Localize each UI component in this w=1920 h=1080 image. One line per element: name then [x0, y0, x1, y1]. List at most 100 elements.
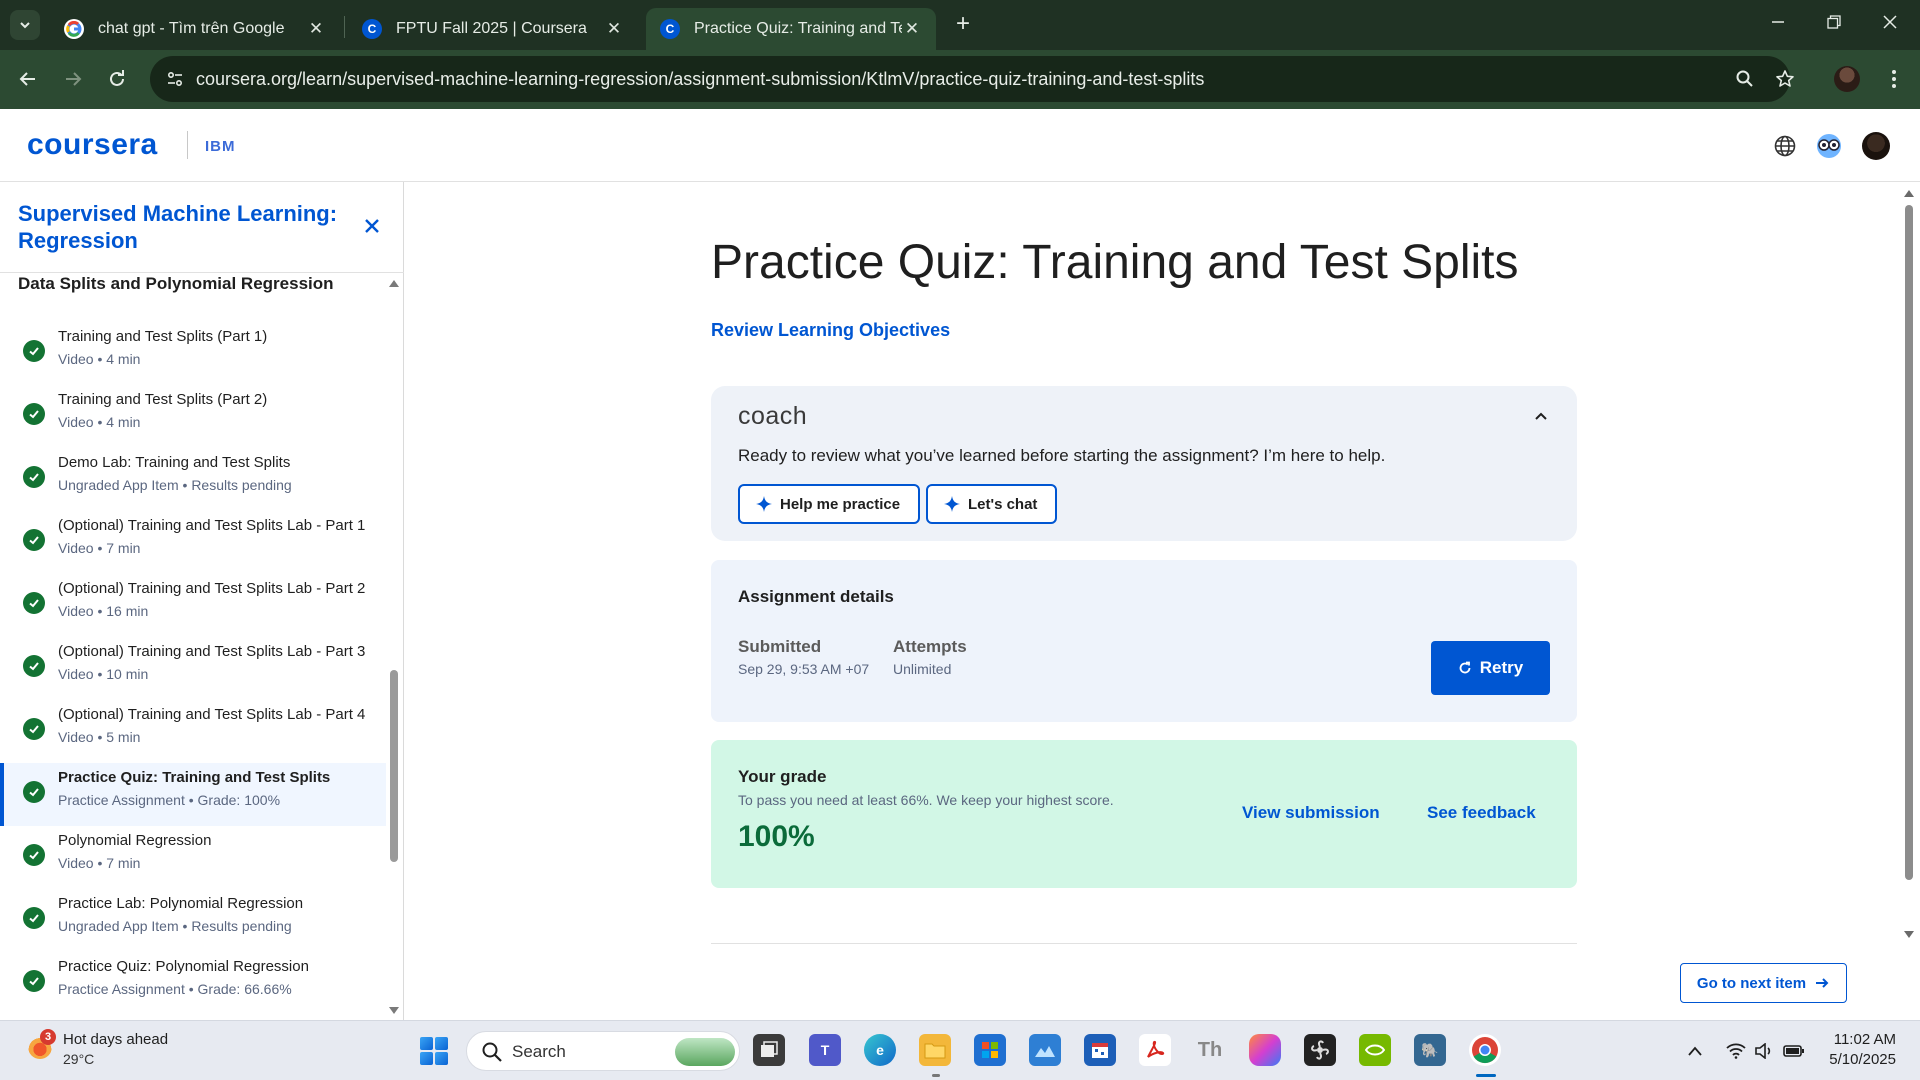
- coursera-logo[interactable]: coursera: [27, 128, 158, 162]
- browser-profile-avatar[interactable]: [1834, 66, 1860, 92]
- coursera-icon: C: [362, 19, 382, 39]
- fan-app-icon[interactable]: [1304, 1034, 1336, 1066]
- bookmark-star-icon[interactable]: [1770, 64, 1800, 94]
- item-meta: Video • 7 min: [58, 540, 141, 556]
- windows-start-icon[interactable]: [420, 1037, 448, 1065]
- close-icon[interactable]: ✕: [902, 19, 922, 39]
- postgresql-icon[interactable]: 🐘: [1414, 1034, 1446, 1066]
- lets-chat-button[interactable]: Let's chat: [926, 484, 1058, 524]
- active-app-indicator: [1476, 1074, 1496, 1077]
- list-item[interactable]: (Optional) Training and Test Splits Lab …: [0, 637, 386, 700]
- acrobat-icon[interactable]: [1139, 1034, 1171, 1066]
- scroll-down-arrow-icon[interactable]: [1903, 930, 1915, 940]
- sidebar-divider: [0, 272, 404, 273]
- minimize-button[interactable]: [1750, 0, 1806, 44]
- restore-icon: [1827, 15, 1841, 29]
- user-avatar[interactable]: [1862, 132, 1890, 160]
- grade-note: To pass you need at least 66%. We keep y…: [738, 792, 1114, 808]
- new-tab-button[interactable]: +: [950, 12, 976, 38]
- list-item[interactable]: Practice Quiz: Polynomial Regression Pra…: [0, 952, 386, 1015]
- list-item-current[interactable]: Practice Quiz: Training and Test Splits …: [0, 763, 386, 826]
- item-meta: Video • 5 min: [58, 729, 141, 745]
- clock-date[interactable]: 5/10/2025: [1818, 1051, 1896, 1068]
- item-title: Demo Lab: Training and Test Splits: [58, 454, 291, 471]
- course-sidebar: Supervised Machine Learning: Regression …: [0, 182, 404, 1020]
- item-title: Practice Lab: Polynomial Regression: [58, 895, 304, 912]
- page-scrollbar-thumb[interactable]: [1905, 205, 1913, 880]
- tab-title: chat gpt - Tìm trên Google: [98, 20, 285, 37]
- browser-menu-button[interactable]: [1882, 64, 1906, 94]
- content-divider: [711, 943, 1577, 944]
- scroll-down-arrow-icon[interactable]: [388, 1006, 400, 1016]
- item-title: Training and Test Splits (Part 2): [58, 391, 268, 408]
- photos-icon[interactable]: [1029, 1034, 1061, 1066]
- item-title: (Optional) Training and Test Splits Lab …: [58, 706, 366, 723]
- microsoft-store-icon[interactable]: [974, 1034, 1006, 1066]
- review-objectives-link[interactable]: Review Learning Objectives: [711, 320, 950, 341]
- tab-title: FPTU Fall 2025 | Coursera: [396, 20, 587, 37]
- scroll-up-arrow-icon[interactable]: [388, 278, 400, 288]
- list-item[interactable]: Training and Test Splits (Part 1) Video …: [0, 322, 386, 385]
- forward-button[interactable]: [58, 64, 88, 94]
- item-title: Training and Test Splits (Part 1): [58, 328, 268, 345]
- list-item[interactable]: (Optional) Training and Test Splits Lab …: [0, 574, 386, 637]
- wifi-icon[interactable]: [1724, 1039, 1748, 1063]
- close-window-button[interactable]: [1862, 0, 1918, 44]
- list-item[interactable]: Polynomial Regression Video • 7 min: [0, 826, 386, 889]
- arrow-right-icon: [66, 72, 82, 86]
- url-text: coursera.org/learn/supervised-machine-le…: [196, 69, 1205, 89]
- close-sidebar-button[interactable]: [362, 216, 382, 236]
- check-circle-icon: [23, 340, 45, 362]
- language-globe-icon[interactable]: [1770, 131, 1800, 161]
- tab-title: Practice Quiz: Training and Test: [694, 20, 902, 37]
- course-title[interactable]: Supervised Machine Learning: Regression: [18, 200, 338, 254]
- edge-icon[interactable]: e: [864, 1034, 896, 1066]
- task-view-icon[interactable]: [753, 1034, 785, 1066]
- help-me-practice-button[interactable]: Help me practice: [738, 484, 921, 524]
- list-item[interactable]: (Optional) Training and Test Splits Lab …: [0, 511, 386, 574]
- copilot-icon[interactable]: [1249, 1034, 1281, 1066]
- next-item-button[interactable]: Go to next item: [1680, 963, 1847, 1003]
- back-button[interactable]: [13, 64, 43, 94]
- close-icon[interactable]: ✕: [604, 19, 624, 39]
- font-app-icon[interactable]: Th: [1194, 1034, 1226, 1066]
- browser-tab-coursera[interactable]: C FPTU Fall 2025 | Coursera ✕: [348, 8, 638, 50]
- check-circle-icon: [23, 403, 45, 425]
- coach-avatar-icon[interactable]: [1814, 131, 1844, 161]
- list-item[interactable]: (Optional) Training and Test Splits Lab …: [0, 700, 386, 763]
- scroll-up-arrow-icon[interactable]: [1903, 188, 1915, 198]
- close-icon[interactable]: ✕: [306, 19, 326, 39]
- chevron-up-icon[interactable]: [1531, 406, 1551, 426]
- view-submission-link[interactable]: View submission: [1242, 803, 1380, 823]
- running-indicator: [932, 1074, 940, 1077]
- address-bar[interactable]: coursera.org/learn/supervised-machine-le…: [150, 56, 1794, 102]
- see-feedback-link[interactable]: See feedback: [1427, 803, 1536, 823]
- check-circle-icon: [23, 592, 45, 614]
- nvidia-icon[interactable]: [1359, 1034, 1391, 1066]
- calendar-app-icon[interactable]: [1084, 1034, 1116, 1066]
- reload-button[interactable]: [102, 64, 132, 94]
- file-explorer-icon[interactable]: [919, 1034, 951, 1066]
- chevron-up-icon[interactable]: [1683, 1039, 1707, 1063]
- sidebar-scrollbar-thumb[interactable]: [390, 670, 398, 862]
- list-item[interactable]: Demo Lab: Training and Test Splits Ungra…: [0, 448, 386, 511]
- weather-title[interactable]: Hot days ahead: [63, 1031, 168, 1048]
- chrome-icon[interactable]: [1469, 1034, 1501, 1066]
- zoom-icon[interactable]: [1730, 64, 1760, 94]
- restore-button[interactable]: [1806, 0, 1862, 44]
- section-title[interactable]: Data Splits and Polynomial Regression: [18, 274, 334, 294]
- taskbar-search[interactable]: Search: [466, 1031, 740, 1071]
- retry-button[interactable]: Retry: [1431, 641, 1550, 695]
- list-item[interactable]: Practice Lab: Polynomial Regression Ungr…: [0, 889, 386, 952]
- browser-tab-practice-quiz[interactable]: C Practice Quiz: Training and Test ✕: [646, 8, 936, 50]
- teams-icon[interactable]: T: [809, 1034, 841, 1066]
- clock-time[interactable]: 11:02 AM: [1828, 1031, 1896, 1048]
- site-info-icon[interactable]: [160, 64, 190, 94]
- item-meta: Practice Assignment • Grade: 100%: [58, 792, 281, 808]
- browser-tab-google[interactable]: chat gpt - Tìm trên Google ✕: [50, 8, 340, 50]
- arrow-left-icon: [19, 72, 35, 86]
- list-item[interactable]: Training and Test Splits (Part 2) Video …: [0, 385, 386, 448]
- tab-search-button[interactable]: [10, 10, 40, 40]
- battery-icon[interactable]: [1782, 1039, 1806, 1063]
- volume-icon[interactable]: [1752, 1039, 1776, 1063]
